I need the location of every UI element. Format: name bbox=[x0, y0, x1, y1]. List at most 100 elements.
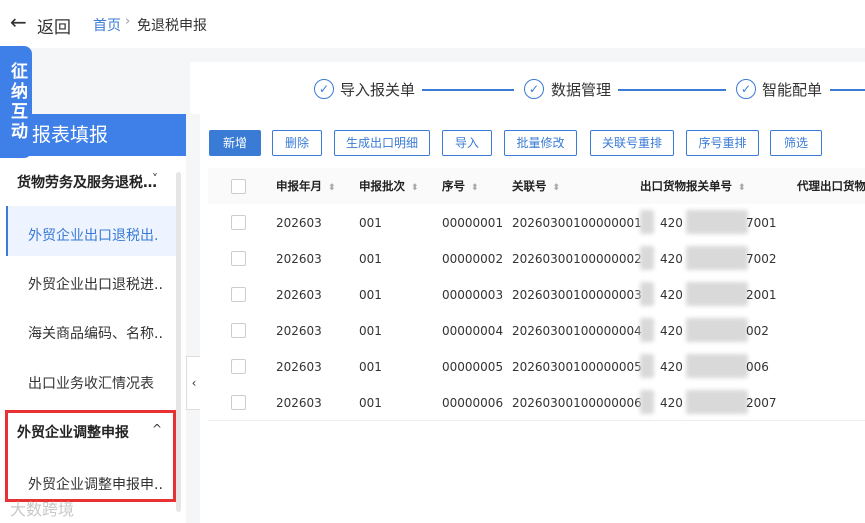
interaction-tab[interactable]: 征纳互动 bbox=[0, 46, 32, 158]
cell-batch: 001 bbox=[359, 288, 382, 302]
row-checkbox[interactable] bbox=[231, 395, 246, 410]
cell-ym: 202603 bbox=[276, 360, 322, 374]
row-checkbox[interactable] bbox=[231, 359, 246, 374]
cell-ym: 202603 bbox=[276, 396, 322, 410]
col-header-declaration[interactable]: 出口货物报关单号 ⬍ bbox=[640, 178, 746, 194]
sort-icon[interactable]: ⬍ bbox=[328, 183, 336, 193]
cell-relation: 20260300100000002 bbox=[512, 252, 642, 266]
redacted-block bbox=[640, 246, 654, 270]
col-header-batch[interactable]: 申报批次 ⬍ bbox=[359, 178, 419, 194]
cell-declaration-suffix: 2007 bbox=[746, 396, 777, 410]
cell-relation: 20260300100000003 bbox=[512, 288, 642, 302]
sidebar-item-customs-code[interactable]: 海关商品编码、名称.. bbox=[28, 323, 163, 343]
step-connector bbox=[830, 89, 865, 91]
sort-icon[interactable]: ⬍ bbox=[411, 183, 419, 193]
cell-relation: 20260300100000004 bbox=[512, 324, 642, 338]
sidebar-item-fx-collection[interactable]: 出口业务收汇情况表 bbox=[28, 373, 154, 393]
redacted-block bbox=[686, 246, 748, 270]
sidebar: 报表填报 货物劳务及服务退税… ˅ 外贸企业出口退税出. 外贸企业出口退税进..… bbox=[0, 114, 186, 523]
cell-ym: 202603 bbox=[276, 252, 322, 266]
arrow-left-icon[interactable]: ← bbox=[10, 10, 27, 34]
check-circle-icon: ✓ bbox=[314, 79, 334, 99]
sidebar-group-goods[interactable]: 货物劳务及服务退税… bbox=[17, 172, 157, 192]
cell-batch: 001 bbox=[359, 252, 382, 266]
step-connector bbox=[618, 89, 726, 91]
reorder-seq-button[interactable]: 序号重排 bbox=[686, 130, 759, 156]
cell-declaration-suffix: 2001 bbox=[746, 288, 777, 302]
content-panel: 新增 删除 生成出口明细 导入 批量修改 关联号重排 序号重排 筛选 申报年月 ⬍… bbox=[200, 114, 865, 523]
row-checkbox[interactable] bbox=[231, 251, 246, 266]
highlight-annotation bbox=[5, 410, 176, 502]
cell-seq: 00000006 bbox=[442, 396, 504, 410]
table-row[interactable]: 202603 001 00000005 20260300100000005 420 006 bbox=[208, 348, 865, 385]
redacted-block bbox=[686, 210, 748, 234]
table-header: 申报年月 ⬍ 申报批次 ⬍ 序号 ⬍ 关联号 ⬍ 出口货物报关单号 ⬍ 代理出口货物 bbox=[208, 168, 865, 205]
redacted-block bbox=[640, 210, 654, 234]
redacted-block bbox=[686, 318, 748, 342]
chevron-down-icon[interactable]: ˅ bbox=[152, 172, 158, 186]
redacted-block bbox=[640, 390, 654, 414]
back-button[interactable]: 返回 bbox=[37, 13, 71, 38]
table-row[interactable]: 202603 001 00000003 20260300100000003 420 200… bbox=[208, 276, 865, 313]
sort-icon[interactable]: ⬍ bbox=[553, 183, 561, 193]
step-import[interactable]: 导入报关单 bbox=[340, 79, 415, 100]
breadcrumb-home[interactable]: 首页 bbox=[93, 15, 121, 35]
sidebar-item-export-refund-in[interactable]: 外贸企业出口退税进.. bbox=[28, 274, 163, 294]
sort-icon[interactable]: ⬍ bbox=[738, 183, 746, 193]
check-circle-icon: ✓ bbox=[736, 79, 756, 99]
sidebar-scrollbar[interactable] bbox=[176, 172, 181, 512]
step-data-manage[interactable]: 数据管理 bbox=[551, 79, 611, 100]
cell-relation: 20260300100000005 bbox=[512, 360, 642, 374]
cell-declaration-suffix: 7002 bbox=[746, 252, 777, 266]
col-header-relation[interactable]: 关联号 ⬍ bbox=[512, 178, 560, 194]
check-circle-icon: ✓ bbox=[524, 79, 544, 99]
generate-detail-button[interactable]: 生成出口明细 bbox=[334, 130, 430, 156]
table-row[interactable]: 202603 001 00000004 20260300100000004 420 002 bbox=[208, 312, 865, 349]
filter-button[interactable]: 筛选 bbox=[770, 130, 822, 156]
cell-declaration-prefix: 420 bbox=[660, 216, 683, 230]
redacted-block bbox=[686, 282, 748, 306]
table-row[interactable]: 202603 001 00000006 20260300100000006 420 200… bbox=[208, 384, 865, 421]
row-checkbox[interactable] bbox=[231, 323, 246, 338]
step-smart-match[interactable]: 智能配单 bbox=[762, 79, 822, 100]
select-all-checkbox[interactable] bbox=[231, 179, 246, 194]
add-button[interactable]: 新增 bbox=[209, 130, 261, 156]
cell-seq: 00000005 bbox=[442, 360, 504, 374]
table-row[interactable]: 202603 001 00000002 20260300100000002 420 700… bbox=[208, 240, 865, 277]
delete-button[interactable]: 删除 bbox=[272, 130, 322, 156]
cell-batch: 001 bbox=[359, 216, 382, 230]
cell-relation: 20260300100000006 bbox=[512, 396, 642, 410]
redacted-block bbox=[640, 282, 654, 306]
cell-declaration-prefix: 420 bbox=[660, 252, 683, 266]
watermark: 大数跨境 bbox=[10, 500, 75, 519]
cell-batch: 001 bbox=[359, 396, 382, 410]
redacted-block bbox=[686, 390, 748, 414]
sort-icon[interactable]: ⬍ bbox=[471, 183, 479, 193]
cell-declaration-suffix: 002 bbox=[746, 324, 769, 338]
redacted-block bbox=[640, 354, 654, 378]
table-row[interactable]: 202603 001 00000001 20260300100000001 420 700… bbox=[208, 204, 865, 241]
cell-seq: 00000004 bbox=[442, 324, 504, 338]
sidebar-item-export-refund-out[interactable]: 外贸企业出口退税出. bbox=[28, 225, 158, 245]
cell-ym: 202603 bbox=[276, 324, 322, 338]
import-button[interactable]: 导入 bbox=[442, 130, 492, 156]
cell-seq: 00000003 bbox=[442, 288, 504, 302]
cell-ym: 202603 bbox=[276, 216, 322, 230]
cell-batch: 001 bbox=[359, 324, 382, 338]
progress-steps: ✓ 导入报关单 ✓ 数据管理 ✓ 智能配单 bbox=[190, 62, 865, 114]
breadcrumb-separator: › bbox=[125, 14, 131, 29]
col-header-ym[interactable]: 申报年月 ⬍ bbox=[276, 178, 336, 194]
redacted-block bbox=[640, 318, 654, 342]
cell-declaration-prefix: 420 bbox=[660, 288, 683, 302]
row-checkbox[interactable] bbox=[231, 287, 246, 302]
reorder-relation-button[interactable]: 关联号重排 bbox=[590, 130, 674, 156]
breadcrumb-current: 免退税申报 bbox=[137, 18, 207, 34]
top-bar: ← 返回 首页 › 免退税申报 bbox=[0, 0, 865, 48]
col-header-seq[interactable]: 序号 ⬍ bbox=[442, 178, 479, 194]
row-checkbox[interactable] bbox=[231, 215, 246, 230]
batch-edit-button[interactable]: 批量修改 bbox=[504, 130, 577, 156]
cell-declaration-prefix: 420 bbox=[660, 360, 683, 374]
cell-declaration-suffix: 006 bbox=[746, 360, 769, 374]
cell-seq: 00000001 bbox=[442, 216, 504, 230]
col-header-agent[interactable]: 代理出口货物 bbox=[797, 178, 865, 194]
